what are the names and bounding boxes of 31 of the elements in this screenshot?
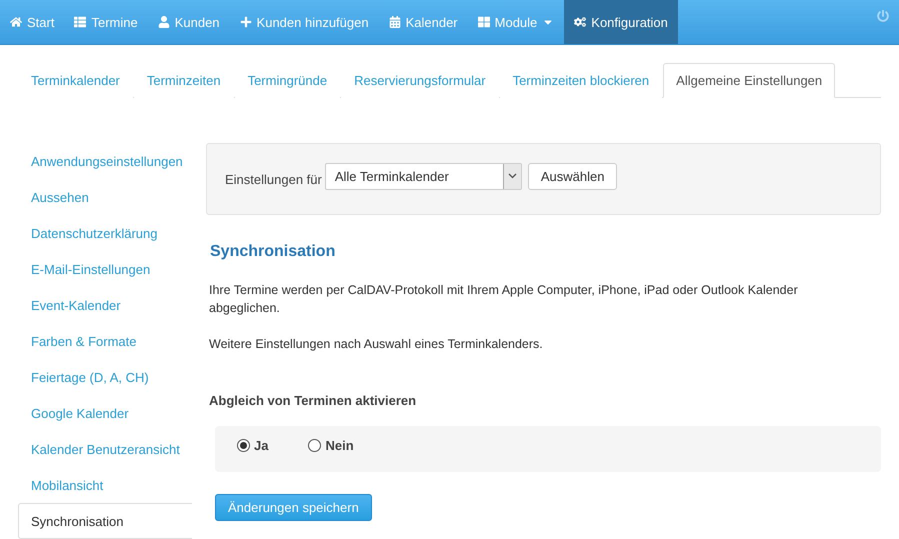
nav-item[interactable]: Start [0,0,64,44]
calendar-icon [388,16,401,28]
radio-option[interactable]: Ja [237,438,268,452]
grid-icon [478,16,490,28]
list-icon [74,16,86,28]
calendar-select[interactable]: Alle Terminkalender [324,162,522,190]
radio-label: Ja [254,438,268,452]
radio-button[interactable] [308,438,322,452]
radio-option[interactable]: Nein [308,438,354,452]
option-label: Abgleich von Terminen aktivieren [209,393,418,408]
chevron-icon [502,164,521,188]
filter-label: Einstellungen für [225,170,322,186]
nav-item[interactable]: Konfiguration [564,0,678,44]
description-text: Ihre Termine werden per CalDAV-Protokoll mit Ihrem Apple Computer, iPhone, iPad oder Outlook Kalender abgeglichen. [209,282,799,317]
home-icon [10,16,22,28]
radio-button[interactable] [237,438,250,452]
user-icon [158,16,170,28]
radio-label: Nein [325,438,354,452]
nav-item[interactable]: Kalender [378,0,468,44]
nav-item[interactable]: Kunden hinzufügen [230,0,379,44]
tab[interactable]: Allgemeine Einstellungen [663,63,836,98]
sidebar-item[interactable]: Synchronisation [18,503,192,539]
description-text: Weitere Einstellungen nach Auswahl eines Terminkalenders. [209,336,544,353]
plus-icon [240,16,252,28]
nav-item[interactable]: Module [468,0,564,44]
nav-item[interactable]: Termine [64,0,148,44]
save-button[interactable]: Änderungen speichern [215,494,372,521]
nav-item[interactable]: Kunden [148,0,230,44]
select-button[interactable]: Auswählen [528,162,618,190]
section-title: Synchronisation [210,243,336,261]
gears-icon [574,16,586,28]
